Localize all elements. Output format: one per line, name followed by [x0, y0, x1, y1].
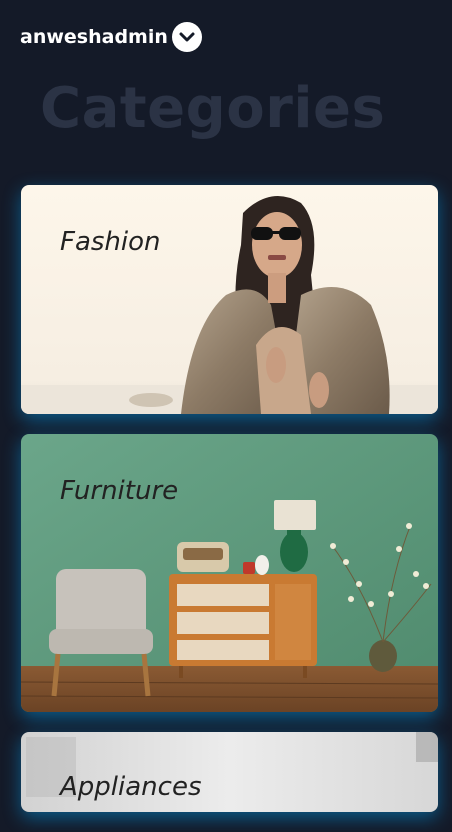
category-list: Fashion Furniture Appliances	[21, 185, 438, 832]
fashion-image	[21, 185, 438, 414]
category-label: Furniture	[60, 476, 179, 506]
category-card-fashion[interactable]: Fashion	[21, 185, 438, 414]
category-card-appliances[interactable]: Appliances	[21, 732, 438, 812]
category-label: Fashion	[60, 227, 161, 257]
username[interactable]: anweshadmin	[20, 26, 168, 48]
user-dropdown-button[interactable]	[171, 22, 202, 52]
chevron-down-icon	[179, 32, 195, 42]
user-header: anweshadmin	[20, 22, 202, 52]
page-title: Categories	[40, 76, 386, 141]
category-card-furniture[interactable]: Furniture	[21, 434, 438, 712]
category-label: Appliances	[60, 772, 202, 802]
